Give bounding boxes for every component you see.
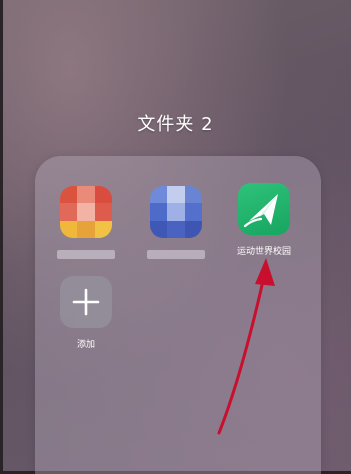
- folder-title[interactable]: 文件夹 2: [0, 110, 351, 136]
- blurred-app-label: [57, 250, 115, 259]
- app-blurred-2[interactable]: [141, 186, 211, 259]
- app-label: 添加: [76, 340, 95, 350]
- blurred-app-label: [147, 250, 205, 259]
- blurred-app-icon: [60, 186, 112, 238]
- add-app-button[interactable]: 添加: [51, 276, 121, 350]
- device-bezel-left: [0, 0, 3, 474]
- plus-icon: [60, 276, 112, 328]
- paper-plane-icon: [238, 183, 290, 235]
- app-blurred-1[interactable]: [51, 186, 121, 259]
- folder-panel: 运动世界校园 添加: [35, 156, 321, 474]
- app-sport-world-campus[interactable]: 运动世界校园: [229, 183, 299, 257]
- app-label: 运动世界校园: [236, 247, 291, 257]
- blurred-app-icon: [150, 186, 202, 238]
